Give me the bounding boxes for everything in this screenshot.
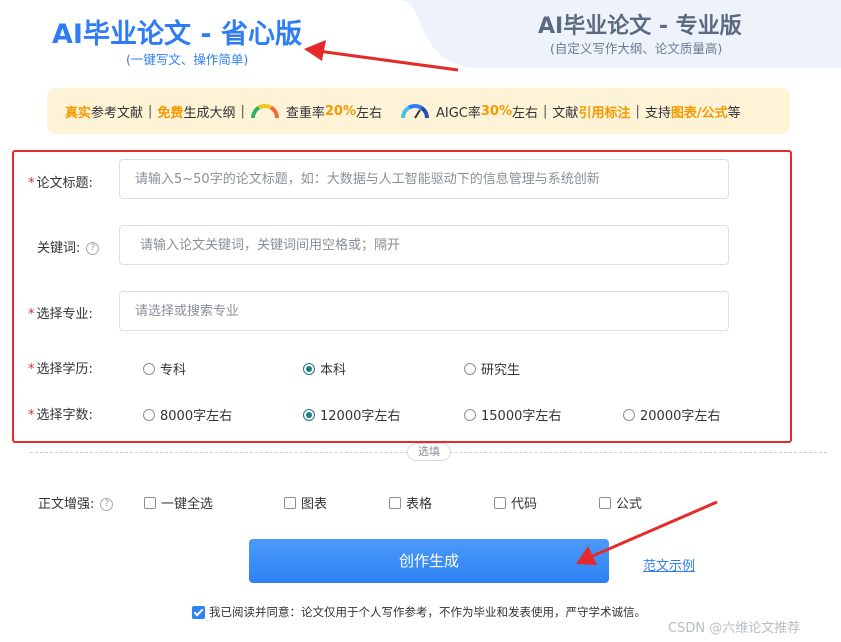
radio-circle-icon — [143, 362, 155, 375]
tab-pro[interactable]: AI毕业论文 - 专业版 (自定义写作大纲、论文质量高) — [480, 0, 841, 68]
help-icon[interactable]: ? — [86, 242, 100, 255]
radio-circle-icon — [623, 408, 635, 421]
banner-separator: | — [635, 103, 640, 119]
pro-tab-title: AI毕业论文 - 专业版 — [538, 14, 742, 39]
help-icon[interactable]: ? — [100, 498, 114, 511]
radio-label: 8000字左右 — [160, 409, 233, 424]
banner-separator: | — [148, 103, 153, 119]
banner-support-value: 图表/公式 — [670, 105, 728, 121]
checkbox-icon — [144, 496, 156, 509]
title-input[interactable] — [119, 159, 729, 199]
checkbox-label: 一键全选 — [161, 497, 214, 512]
required-mark: * — [28, 307, 35, 322]
degree-label-text: 选择学历: — [36, 362, 93, 377]
checkbox-icon — [284, 496, 296, 509]
major-select[interactable] — [119, 291, 729, 331]
degree-radio-bachelor[interactable]: 本科 — [303, 359, 346, 378]
enhance-check-charts[interactable]: 图表 — [284, 493, 327, 512]
radio-label: 研究生 — [481, 363, 521, 378]
words-radio-15000[interactable]: 15000字左右 — [464, 405, 561, 424]
banner-references: 参考文献 — [91, 105, 144, 121]
keywords-input[interactable] — [119, 225, 729, 265]
degree-radio-junior-college[interactable]: 专科 — [143, 359, 186, 378]
banner-separator: | — [240, 103, 245, 119]
feature-banner: 真实 参考文献 | 免费 生成大纲 | 查重率 20% 左右 AIGC率 30% 左右 |… — [47, 88, 790, 134]
radio-circle-icon — [464, 408, 476, 421]
keywords-label-text: 关键词: — [37, 241, 81, 256]
words-radio-12000[interactable]: 12000字左右 — [303, 405, 400, 424]
required-mark: * — [28, 362, 35, 377]
agreement-checkbox[interactable]: 我已阅读并同意：论文仅用于个人写作参考，不作为毕业和发表使用，严守学术诚信。 — [192, 604, 646, 620]
radio-label: 12000字左右 — [320, 409, 401, 424]
banner-similarity-value: 20% — [324, 103, 356, 119]
banner-support-label: 支持 — [644, 105, 671, 121]
banner-real: 真实 — [65, 105, 92, 121]
sample-essay-link[interactable]: 范文示例 — [643, 555, 695, 574]
banner-aigc-suffix: 左右 — [512, 105, 539, 121]
radio-circle-icon — [143, 408, 155, 421]
banner-citation-label: 文献 — [552, 105, 579, 121]
words-label: * 选择字数: — [28, 404, 93, 423]
banner-support-suffix: 等 — [727, 105, 741, 121]
banner-free: 免费 — [157, 105, 184, 121]
title-label-text: 论文标题: — [36, 176, 93, 191]
tab-basic[interactable]: AI毕业论文 - 省心版 (一键写文、操作简单) — [0, 0, 380, 72]
banner-outline: 生成大纲 — [183, 105, 236, 121]
enhance-check-formula[interactable]: 公式 — [599, 493, 642, 512]
required-mark: * — [28, 176, 35, 191]
banner-aigc-label: AIGC率 — [436, 105, 481, 121]
radio-circle-icon — [464, 362, 476, 375]
major-label-text: 选择专业: — [36, 307, 93, 322]
agreement-text: 我已阅读并同意：论文仅用于个人写作参考，不作为毕业和发表使用，严守学术诚信。 — [209, 605, 646, 619]
aigc-gauge-icon — [400, 104, 430, 119]
title-label: * 论文标题: — [28, 172, 93, 191]
radio-checked-icon — [303, 408, 315, 421]
checkbox-checked-icon — [192, 605, 205, 619]
enhance-check-code[interactable]: 代码 — [494, 493, 537, 512]
checkbox-icon — [494, 496, 506, 509]
checkbox-icon — [599, 496, 611, 509]
banner-aigc-value: 30% — [480, 103, 513, 119]
checkbox-icon — [389, 496, 401, 509]
enhance-label: 正文增强:? — [38, 493, 114, 512]
words-label-text: 选择字数: — [36, 408, 93, 423]
checkbox-label: 公式 — [616, 497, 643, 512]
optional-badge: 选填 — [407, 443, 451, 461]
banner-similarity-suffix: 左右 — [355, 105, 382, 121]
enhance-label-text: 正文增强: — [38, 497, 95, 512]
required-mark: * — [28, 408, 35, 423]
degree-label: * 选择学历: — [28, 358, 93, 377]
degree-radio-graduate[interactable]: 研究生 — [464, 359, 520, 378]
keywords-label: 关键词:? — [37, 237, 100, 256]
radio-label: 专科 — [160, 363, 187, 378]
banner-separator: | — [543, 103, 548, 119]
radio-label: 20000字左右 — [640, 409, 721, 424]
generate-button[interactable]: 创作生成 — [249, 539, 609, 583]
basic-tab-title: AI毕业论文 - 省心版 — [52, 19, 302, 50]
basic-tab-subtitle: (一键写文、操作简单) — [126, 52, 249, 67]
enhance-check-tables[interactable]: 表格 — [389, 493, 432, 512]
banner-citation-value: 引用标注 — [578, 105, 631, 121]
radio-checked-icon — [303, 362, 315, 375]
words-radio-8000[interactable]: 8000字左右 — [143, 405, 232, 424]
radio-label: 15000字左右 — [481, 409, 562, 424]
pro-tab-subtitle: (自定义写作大纲、论文质量高) — [550, 41, 723, 56]
watermark: CSDN @六维论文推荐 — [668, 621, 801, 636]
radio-label: 本科 — [320, 363, 347, 378]
checkbox-label: 表格 — [406, 497, 433, 512]
checkbox-label: 图表 — [301, 497, 328, 512]
major-label: * 选择专业: — [28, 303, 93, 322]
banner-similarity-label: 查重率 — [285, 105, 325, 121]
checkbox-label: 代码 — [511, 497, 538, 512]
enhance-check-select-all[interactable]: 一键全选 — [144, 493, 213, 512]
similarity-gauge-icon — [250, 104, 279, 119]
words-radio-20000[interactable]: 20000字左右 — [623, 405, 720, 424]
